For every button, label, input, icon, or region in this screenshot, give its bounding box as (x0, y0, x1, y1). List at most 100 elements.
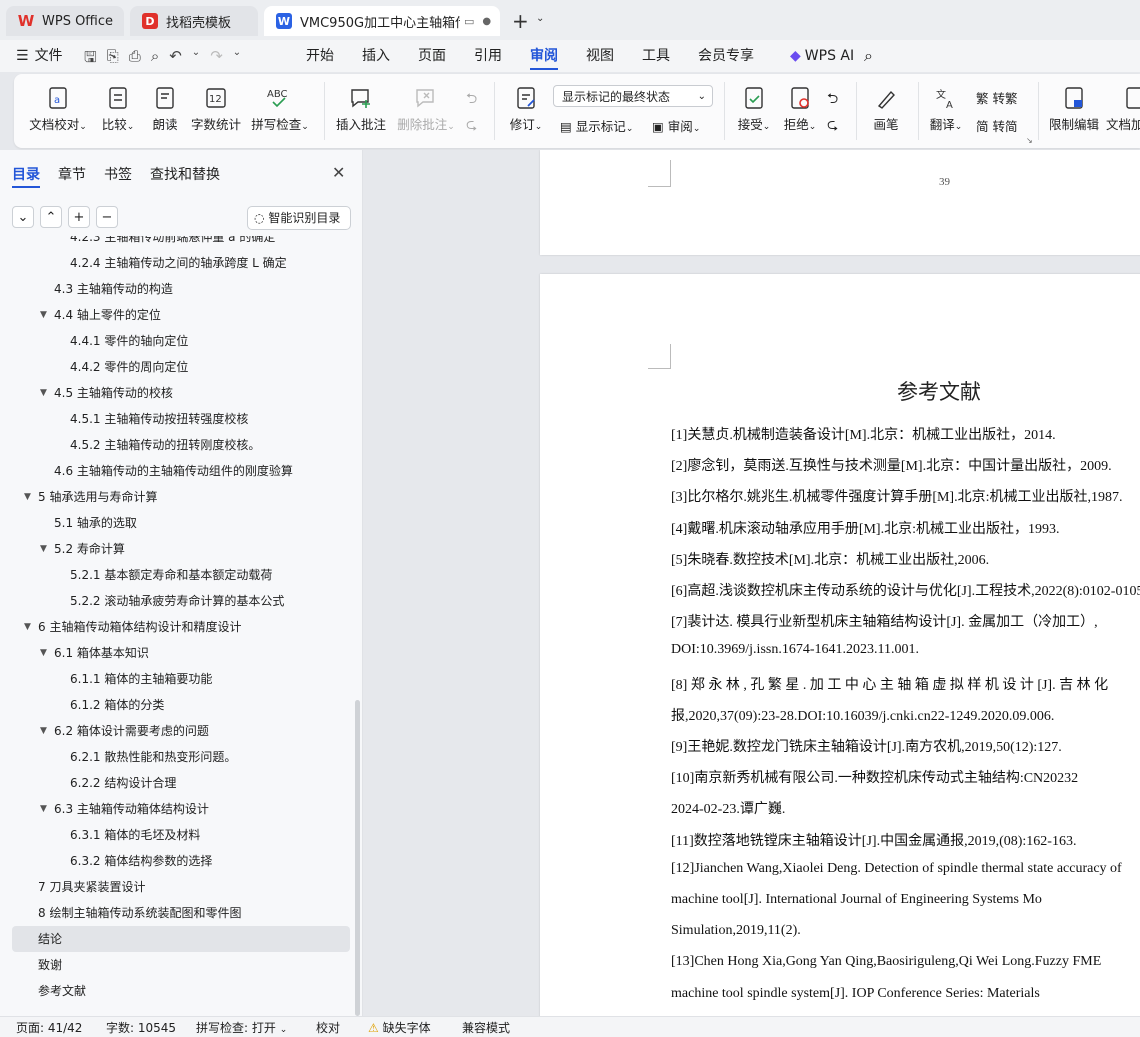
tab-docer[interactable]: D 找稻壳模板 (130, 6, 258, 36)
new-tab-plus-icon[interactable]: + (512, 9, 529, 33)
export-icon[interactable]: ⎘ (107, 47, 119, 72)
toc-item[interactable]: 8 绘制主轴箱传动系统装配图和零件图 (12, 900, 350, 926)
tab-chapters[interactable]: 章节 (58, 164, 86, 184)
next-comment-icon[interactable]: ⮎ (466, 114, 477, 138)
toc-item[interactable]: 结论 (12, 926, 350, 952)
expand-caret-icon[interactable]: ▼ (40, 302, 47, 328)
dialog-launcher-icon[interactable]: ↘ (1026, 136, 1033, 145)
tab-wps-office[interactable]: W WPS Office (6, 6, 124, 36)
expand-caret-icon[interactable]: ▼ (40, 536, 47, 562)
toc-item[interactable]: 4.4.1 零件的轴向定位 (12, 328, 350, 354)
toc-item[interactable]: ▼ 6.3 主轴箱传动箱体结构设计 (12, 796, 350, 822)
missing-font-status[interactable]: ⚠ 缺失字体 (368, 1019, 431, 1036)
undo-dropdown-icon[interactable]: ⌄ (192, 47, 200, 72)
to-traditional-button[interactable]: 繁 转繁 (976, 88, 1018, 107)
print-icon[interactable]: ⎙ (129, 47, 141, 72)
menu-home[interactable]: 开始 (306, 40, 334, 72)
toc-item[interactable]: 6.2.1 散热性能和热变形问题。 (12, 744, 350, 770)
toc-item[interactable]: 致谢 (12, 952, 350, 978)
toc-item[interactable]: ▼ 5 轴承选用与寿命计算 (12, 484, 350, 510)
toc-item[interactable]: 6.3.2 箱体结构参数的选择 (12, 848, 350, 874)
compare-button[interactable]: 比较⌄ (98, 74, 138, 133)
toc-item[interactable]: 5.2.1 基本额定寿命和基本额定动载荷 (12, 562, 350, 588)
save-icon[interactable]: 🖫 (84, 47, 97, 72)
sidebar-scrollbar[interactable] (355, 700, 360, 1016)
word-count-indicator[interactable]: 字数: 10545 (106, 1019, 176, 1036)
toc-item[interactable]: 4.5.1 主轴箱传动按扭转强度校核 (12, 406, 350, 432)
tab-document[interactable]: W VMC950G加工中心主轴箱传动 ▭ ● (264, 6, 500, 36)
expand-caret-icon[interactable]: ▼ (40, 796, 47, 822)
review-pane-button[interactable]: ▣ 审阅⌄ (652, 116, 700, 135)
proof-status[interactable]: 校对 (316, 1019, 340, 1036)
track-changes-button[interactable]: 修订⌄ (504, 74, 548, 133)
toc-item[interactable]: ▼ 6.1 箱体基本知识 (12, 640, 350, 666)
toc-item[interactable]: ▼ 6.2 箱体设计需要考虑的问题 (12, 718, 350, 744)
toc-item[interactable]: 4.4.2 零件的周向定位 (12, 354, 350, 380)
menu-insert[interactable]: 插入 (362, 40, 390, 72)
menu-view[interactable]: 视图 (586, 40, 614, 72)
show-markup-button[interactable]: ▤ 显示标记⌄ (560, 116, 633, 135)
tab-bookmarks[interactable]: 书签 (104, 164, 132, 184)
close-icon[interactable]: ✕ (332, 163, 345, 182)
page-indicator[interactable]: 页面: 41/42 (16, 1019, 82, 1036)
toc-item[interactable]: 4.5.2 主轴箱传动的扭转刚度校核。 (12, 432, 350, 458)
accept-button[interactable]: 接受⌄ (734, 74, 774, 133)
toc-item[interactable]: 参考文献 (12, 978, 350, 1004)
toc-item[interactable]: 4.6 主轴箱传动的主轴箱传动组件的刚度验算 (12, 458, 350, 484)
menu-references[interactable]: 引用 (474, 40, 502, 72)
toc-item[interactable]: ▼ 5.2 寿命计算 (12, 536, 350, 562)
doc-protect-button[interactable]: 文档加 (1106, 74, 1140, 133)
toc-item[interactable]: 6.1.2 箱体的分类 (12, 692, 350, 718)
expand-caret-icon[interactable]: ▼ (40, 380, 47, 406)
print-preview-icon[interactable]: ⌕ (151, 47, 159, 72)
tab-find-replace[interactable]: 查找和替换 (150, 164, 220, 184)
insert-comment-button[interactable]: 插入批注 (334, 74, 388, 133)
collapse-icon[interactable]: ⌃ (40, 206, 62, 228)
expand-caret-icon[interactable]: ▼ (40, 718, 47, 744)
delete-comment-button[interactable]: 删除批注⌄ (394, 74, 458, 133)
word-count-button[interactable]: 12 字数统计 (190, 74, 242, 133)
translate-button[interactable]: 文A 翻译⌄ (926, 74, 966, 133)
restrict-edit-button[interactable]: 限制编辑 (1048, 74, 1100, 133)
toc-item[interactable]: ▼ 4.4 轴上零件的定位 (12, 302, 350, 328)
toc-item[interactable]: ▼ 6 主轴箱传动箱体结构设计和精度设计 (12, 614, 350, 640)
toc-item[interactable]: 5.2.2 滚动轴承疲劳寿命计算的基本公式 (12, 588, 350, 614)
remove-heading-icon[interactable]: − (96, 206, 118, 228)
reject-button[interactable]: 拒绝⌄ (780, 74, 820, 133)
ink-button[interactable]: 画笔 (868, 74, 904, 133)
toc-item[interactable]: 7 刀具夹紧装置设计 (12, 874, 350, 900)
read-aloud-button[interactable]: 朗读 (148, 74, 182, 133)
menu-tools[interactable]: 工具 (642, 40, 670, 72)
expand-caret-icon[interactable]: ▼ (24, 484, 31, 510)
undo-icon[interactable]: ↶ (169, 47, 182, 72)
expand-all-icon[interactable]: ⌄ (12, 206, 34, 228)
toc-item[interactable]: 4.2.3 主轴箱传动前端悬伸量 a 的确定 (12, 236, 350, 250)
file-menu[interactable]: ☰ 文件 (16, 40, 63, 72)
unsaved-dot-icon[interactable]: ● (482, 16, 491, 27)
toc-item[interactable]: 5.1 轴承的选取 (12, 510, 350, 536)
tab-list-chevron-icon[interactable]: ⌄ (536, 13, 544, 24)
add-heading-icon[interactable]: + (68, 206, 90, 228)
menu-member[interactable]: 会员专享 (698, 40, 754, 72)
toc-item[interactable]: 4.3 主轴箱传动的构造 (12, 276, 350, 302)
menu-review[interactable]: 审阅 (530, 40, 558, 70)
wps-ai-button[interactable]: ◆ WPS AI (790, 40, 854, 72)
prev-comment-icon[interactable]: ⮌ (466, 88, 477, 112)
expand-caret-icon[interactable]: ▼ (24, 614, 31, 640)
toc-item[interactable]: 4.2.4 主轴箱传动之间的轴承跨度 L 确定 (12, 250, 350, 276)
next-change-icon[interactable]: ⮎ (827, 114, 838, 138)
to-simplified-button[interactable]: 简 转简 (976, 116, 1018, 135)
toc-item[interactable]: 6.2.2 结构设计合理 (12, 770, 350, 796)
spell-check-button[interactable]: ABC 拼写检查⌄ (250, 74, 310, 133)
toc-item[interactable]: 6.3.1 箱体的毛坯及材料 (12, 822, 350, 848)
prev-change-icon[interactable]: ⮌ (827, 88, 838, 112)
more-dropdown-icon[interactable]: ⌄ (233, 47, 241, 72)
redo-icon[interactable]: ↷ (210, 47, 223, 72)
toc-item[interactable]: ▼ 4.5 主轴箱传动的校核 (12, 380, 350, 406)
expand-caret-icon[interactable]: ▼ (40, 640, 47, 666)
menu-page[interactable]: 页面 (418, 40, 446, 72)
toc-item[interactable]: 6.1.1 箱体的主轴箱要功能 (12, 666, 350, 692)
tab-toc[interactable]: 目录 (12, 164, 40, 184)
search-icon[interactable]: ⌕ (864, 40, 873, 72)
markup-state-dropdown[interactable]: 显示标记的最终状态 ⌄ (553, 85, 713, 107)
